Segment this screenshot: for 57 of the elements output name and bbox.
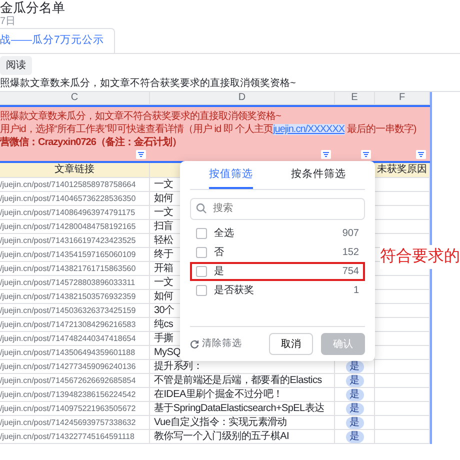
status-tag: 是 — [346, 389, 364, 401]
table-cell: /juejin.cn/post/7140465736228536350 — [0, 192, 150, 206]
formula-text: 照爆款文章数来瓜分，如文章不符合获奖要求的直接取消领奖资格~ — [0, 78, 296, 89]
table-cell: /juejin.cn/post/7147482440347418654 — [0, 332, 150, 346]
notice-text: 照爆款文章数来瓜分，如文章不符合获奖要求的直接取消领奖资格~ — [0, 111, 281, 122]
option-count: 754 — [342, 264, 359, 279]
option-count: 1 — [353, 284, 359, 298]
column-header[interactable]: E — [335, 92, 375, 105]
option-count: 907 — [342, 226, 359, 241]
status-tag: 是 — [346, 403, 364, 415]
notice-text: 最后的一串数字) — [346, 124, 416, 135]
filter-tab[interactable]: 按值筛选 — [209, 161, 253, 189]
table-cell: /juejin.cn/post/7143821761715863560 — [0, 262, 150, 276]
document-date: 7日 — [0, 16, 16, 27]
table-cell: /juejin.cn/post/7140864963974791175 — [0, 206, 150, 220]
table-cell: 教你写一个入门级别的五子棋AI — [150, 430, 335, 444]
status-tag: 是 — [346, 417, 364, 429]
table-cell: 基于SpringDataElasticsearch+SpEL表达 — [150, 402, 335, 416]
table-cell: 不管是前端还是后端，都要看的Elastics — [150, 374, 335, 388]
table-cell: 在IDEA里刷个掘金不过分吧！ — [150, 388, 335, 402]
status-tag: 是 — [346, 375, 364, 387]
option-count: 152 — [342, 246, 359, 260]
reading-button[interactable]: 阅读 — [0, 56, 32, 75]
annotation-text: 符合要求的 — [380, 245, 460, 269]
search-field[interactable]: 搜索 — [190, 198, 365, 220]
table-cell: Vue自定义指令：实现元素滑动 — [150, 416, 335, 430]
table-cell: /juejin.cn/post/7147213084296216583 — [0, 318, 150, 332]
option-label: 是 — [214, 264, 224, 279]
option-label: 否 — [214, 246, 224, 260]
table-cell: /juejin.cn/post/7143541597165060109 — [0, 248, 150, 262]
table-cell: /juejin.cn/post/7142800484758192165 — [0, 220, 150, 234]
document-title: 金瓜分名单 — [0, 0, 65, 15]
cancel-button[interactable]: 取消 — [269, 333, 313, 355]
table-cell: /juejin.cn/post/7143821503576932359 — [0, 290, 150, 304]
column-header[interactable]: C — [0, 92, 150, 105]
profile-link[interactable]: juejin.cn/XXXXXX — [273, 124, 345, 135]
table-header-cell: 文章链接 — [0, 163, 150, 178]
table-cell: /juejin.cn/post/7145672626692685854 — [0, 374, 150, 388]
table-cell: /juejin.cn/post/7142456939757338632 — [0, 416, 150, 430]
status-tag: 是 — [346, 361, 364, 373]
table-cell: /juejin.cn/post/7140125858978758664 — [0, 178, 150, 192]
table-cell: /juejin.cn/post/7143506494359601188 — [0, 346, 150, 360]
notice-text: 营微信：Crazyxin0726（备注：金石计划） — [0, 137, 182, 148]
status-tag: 是 — [346, 431, 364, 443]
column-header[interactable]: F — [375, 92, 430, 105]
notice-text: 用户id，选择“所有工作表”即可快速查看详情（用户 id 即 个人主页 — [0, 124, 274, 135]
table-cell: /juejin.cn/post/7142773459096240136 — [0, 360, 150, 374]
table-cell: /juejin.cn/post/7143227745164591118 — [0, 430, 150, 444]
table-cell: /juejin.cn/post/7145036326373425159 — [0, 304, 150, 318]
filter-option[interactable]: 是 754 — [190, 262, 365, 281]
table-header-cell: 未获奖原因 — [375, 163, 430, 178]
table-cell: /juejin.cn/post/7143166197423423525 — [0, 234, 150, 248]
table-cell: /juejin.cn/post/7139482386156224542 — [0, 388, 150, 402]
column-header[interactable]: D — [150, 92, 335, 105]
table-cell: /juejin.cn/post/7140975221963505672 — [0, 402, 150, 416]
sheet-tab[interactable]: 战——瓜分7万元公示 — [0, 28, 115, 53]
table-cell: /juejin.cn/post/7145728803896033311 — [0, 276, 150, 290]
